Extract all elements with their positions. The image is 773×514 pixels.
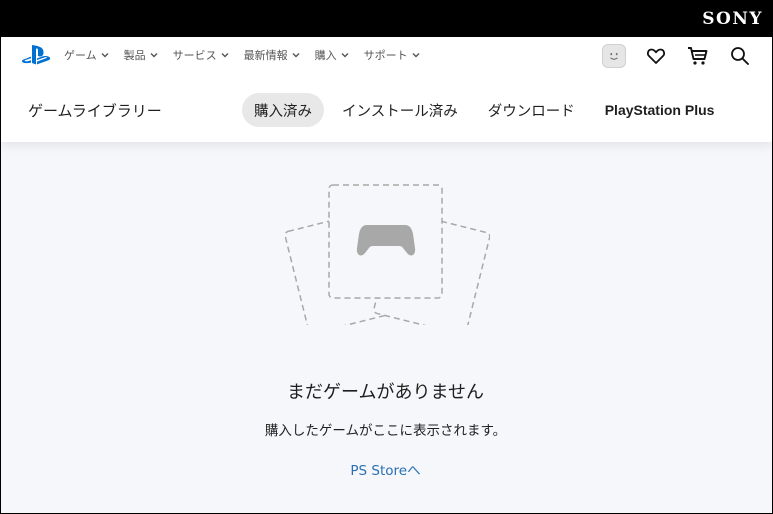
nav-item-label: 製品	[123, 49, 146, 62]
empty-library-illustration	[285, 184, 490, 325]
nav-item-support[interactable]: サポート	[364, 47, 421, 63]
header-icons	[584, 44, 752, 68]
sony-top-bar: SONY	[0, 0, 773, 37]
nav-item-news[interactable]: 最新情報	[244, 47, 301, 63]
wishlist-heart-icon	[647, 48, 665, 64]
playstation-logo-icon[interactable]	[21, 43, 51, 67]
search-button[interactable]	[728, 44, 752, 68]
main-nav: ゲーム 製品 サービス 最新情報 購入 サポート	[64, 47, 435, 63]
cart-icon	[688, 47, 708, 65]
chevron-down-icon	[101, 53, 109, 58]
avatar-button[interactable]	[602, 44, 626, 68]
ps-store-link[interactable]: PS Storeへ	[0, 459, 771, 479]
library-tabs: 購入済み インストール済み ダウンロード PlayStation Plus	[242, 93, 732, 127]
empty-state-description: 購入したゲームがここに表示されます。	[264, 423, 507, 439]
nav-item-label: サポート	[363, 49, 408, 62]
nav-item-games[interactable]: ゲーム	[64, 47, 110, 63]
nav-item-label: 最新情報	[243, 49, 288, 62]
chevron-down-icon	[150, 53, 158, 58]
page-title[interactable]: ゲームライブラリー	[28, 100, 162, 121]
cart-button[interactable]	[686, 44, 710, 68]
tab-downloads[interactable]: ダウンロード	[476, 93, 587, 127]
nav-item-services[interactable]: サービス	[173, 47, 230, 63]
nav-item-products[interactable]: 製品	[124, 47, 159, 63]
avatar-icon	[602, 44, 626, 68]
library-subnav: ゲームライブラリー 購入済み インストール済み ダウンロード PlayStati…	[1, 92, 772, 128]
sony-logo[interactable]: SONY	[702, 9, 763, 29]
wishlist-button[interactable]	[644, 44, 668, 68]
empty-state-title: まだゲームがありません	[287, 382, 484, 403]
tab-purchased[interactable]: 購入済み	[242, 93, 324, 127]
search-icon	[731, 47, 749, 65]
tab-installed[interactable]: インストール済み	[330, 93, 470, 127]
tab-playstation-plus[interactable]: PlayStation Plus	[593, 93, 727, 127]
chevron-down-icon	[221, 53, 229, 58]
chevron-down-icon	[412, 53, 420, 58]
nav-item-label: 購入	[314, 49, 337, 62]
nav-item-label: ゲーム	[64, 49, 97, 62]
chevron-down-icon	[292, 53, 300, 58]
site-header: ゲーム 製品 サービス 最新情報 購入 サポート ゲームライブラリー 購入済み …	[1, 37, 772, 142]
nav-item-label: サービス	[172, 49, 217, 62]
chevron-down-icon	[341, 53, 349, 58]
nav-item-buy[interactable]: 購入	[315, 47, 350, 63]
